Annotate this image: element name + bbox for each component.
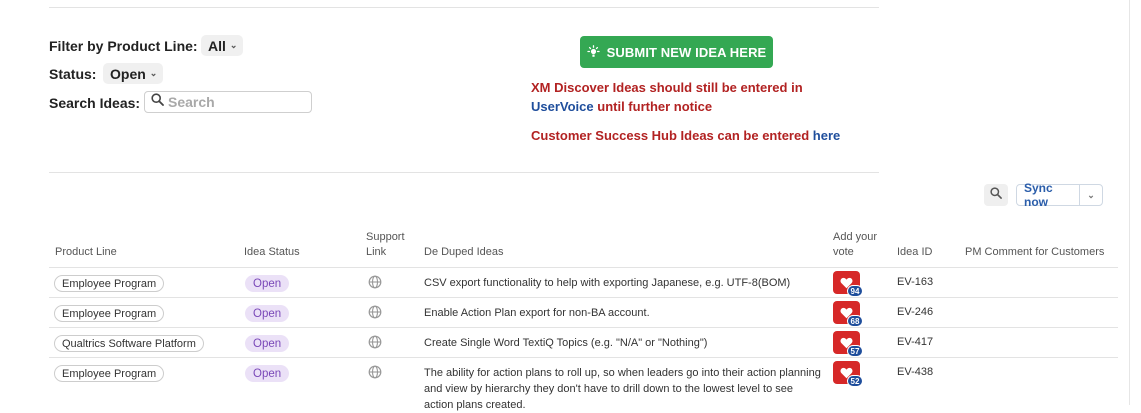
idea-id: EV-163 [897,276,934,288]
sync-now-label: Sync now [1024,181,1053,209]
search-icon [990,186,1002,204]
vote-count: 57 [847,345,863,357]
col-header-de-duped-ideas: De Duped Ideas [424,246,504,258]
xm-discover-notice-rest: until further notice [593,99,713,114]
idea-id: EV-417 [897,336,934,348]
product-line-filter-dropdown[interactable]: All ⌄ [201,35,244,56]
col-header-support-link-line1: Support [366,231,405,243]
col-header-support-link-line2: Link [366,246,387,258]
idea-text: The ability for action plans to roll up,… [424,367,821,411]
col-header-product-line: Product Line [55,246,117,258]
status-pill: Open [245,335,290,352]
status-pill: Open [245,275,290,292]
vote-button[interactable]: 94 [833,271,863,297]
status-pill: Open [245,365,290,382]
vote-button[interactable]: 68 [833,301,863,327]
status-filter-dropdown[interactable]: Open ⌄ [103,63,164,84]
product-line-pill: Employee Program [54,365,165,382]
product-line-filter-label: Filter by Product Line: [49,38,198,54]
status-filter-label: Status: [49,66,97,82]
idea-id: EV-438 [897,366,934,378]
status-pill: Open [245,305,290,322]
col-header-add-vote-line2: vote [833,246,854,258]
row-divider [49,297,1118,298]
search-input[interactable] [168,94,298,110]
sync-now-button[interactable]: Sync now ⌄ [1016,181,1103,209]
uservoice-link[interactable]: UserVoice [531,99,594,114]
vote-count: 94 [847,285,863,297]
row-divider [49,327,1118,328]
customer-success-here-link[interactable]: here [813,128,840,143]
product-line-pill: Employee Program [54,305,165,322]
vote-count: 68 [847,315,863,327]
col-header-idea-id: Idea ID [897,246,933,258]
vote-button[interactable]: 52 [833,361,863,387]
search-icon [151,93,164,111]
idea-text: CSV export functionality to help with ex… [424,277,791,289]
idea-text: Enable Action Plan export for non-BA acc… [424,307,650,319]
lightbulb-icon [586,45,600,59]
submit-new-idea-button[interactable]: SUBMIT NEW IDEA HERE [580,36,773,68]
search-field[interactable] [144,91,312,113]
submit-new-idea-label: SUBMIT NEW IDEA HERE [606,44,767,60]
col-header-pm-comment: PM Comment for Customers [965,246,1105,258]
product-line-pill: Employee Program [54,275,165,292]
chevron-down-icon: ⌄ [229,40,238,50]
xm-discover-notice-line1: XM Discover Ideas should still be entere… [531,80,803,95]
status-filter-value: Open [110,65,146,82]
page-right-border [1129,0,1130,405]
col-header-support-link: Support Link [366,230,405,260]
col-header-idea-status: Idea Status [244,246,300,258]
chevron-down-icon: ⌄ [149,68,158,78]
header-divider [49,267,1118,268]
idea-id: EV-246 [897,306,934,318]
search-ideas-label: Search Ideas: [49,95,141,111]
globe-icon[interactable] [368,335,382,349]
customer-success-notice-text: Customer Success Hub Ideas can be entere… [531,128,813,143]
globe-icon[interactable] [368,275,382,289]
vote-button[interactable]: 57 [833,331,863,357]
idea-text: Create Single Word TextiQ Topics (e.g. "… [424,337,708,349]
product-line-pill: Qualtrics Software Platform [54,335,204,352]
chevron-down-icon[interactable]: ⌄ [1080,190,1102,201]
product-line-filter-value: All [208,37,226,54]
table-search-button[interactable] [984,184,1008,206]
row-divider [49,357,1118,358]
col-header-add-vote: Add your vote [833,230,877,260]
globe-icon[interactable] [368,365,382,379]
globe-icon[interactable] [368,305,382,319]
xm-discover-notice-line2: UserVoice until further notice [531,99,712,114]
top-divider [49,7,879,8]
customer-success-notice: Customer Success Hub Ideas can be entere… [531,128,840,143]
col-header-add-vote-line1: Add your [833,231,878,243]
vote-count: 52 [847,375,863,387]
filter-divider [49,172,879,173]
